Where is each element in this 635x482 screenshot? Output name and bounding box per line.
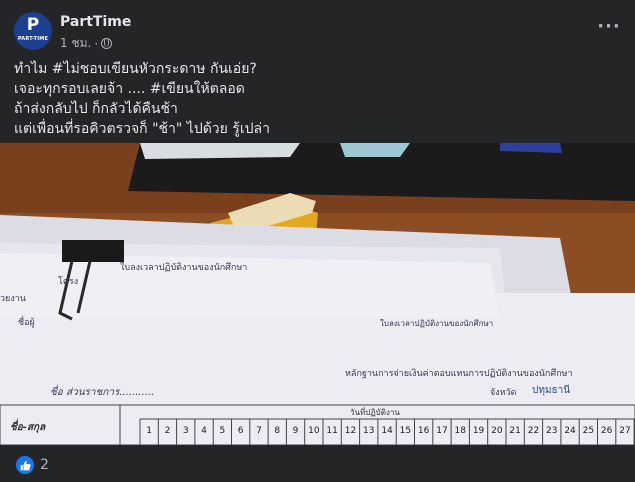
table-day-number: 9 bbox=[293, 426, 299, 436]
page-avatar[interactable]: P PART-TIME bbox=[14, 12, 52, 50]
table-day-number: 20 bbox=[491, 426, 503, 436]
table-day-number: 22 bbox=[528, 426, 539, 436]
avatar-logo-letter: P bbox=[26, 15, 40, 35]
table-day-number: 4 bbox=[201, 426, 207, 436]
table-day-number: 3 bbox=[183, 426, 189, 436]
post-timestamp[interactable]: 1 ชม. bbox=[60, 34, 91, 53]
table-day-number: 15 bbox=[400, 426, 411, 436]
thumbs-up-glyph bbox=[20, 460, 31, 470]
doc-line-project: โครง bbox=[58, 276, 78, 287]
table-day-number: 1 bbox=[146, 426, 152, 436]
doc-title-2: ใบลงเวลาปฏิบัติงานของนักศึกษา bbox=[380, 319, 493, 328]
table-day-number: 2 bbox=[165, 426, 171, 436]
reaction-count[interactable]: 2 bbox=[40, 457, 49, 473]
avatar-logo-text: PART-TIME bbox=[17, 36, 49, 42]
table-day-number: 6 bbox=[238, 426, 244, 436]
doc-title-3: หลักฐานการจ่ายเงินค่าตอบแทนการปฏิบัติงาน… bbox=[345, 368, 573, 379]
doc-title-1: ใบลงเวลาปฏิบัติงานของนักศึกษา bbox=[120, 262, 247, 273]
doc-handwriting-province: ปทุมธานี bbox=[532, 384, 570, 396]
table-day-number: 21 bbox=[509, 426, 520, 436]
globe-icon bbox=[101, 38, 113, 49]
table-day-number: 11 bbox=[326, 426, 337, 436]
meta-separator: · bbox=[94, 36, 99, 51]
doc-field-province: จังหวัด bbox=[490, 388, 517, 398]
caption-line: ทำไม #ไม่ชอบเขียนหัวกระดาษ กันเอ่ย? bbox=[14, 61, 257, 77]
table-day-number: 27 bbox=[619, 426, 630, 436]
table-day-number: 23 bbox=[546, 426, 557, 436]
reactions-bar[interactable]: 2 bbox=[16, 456, 49, 474]
desk-photo-illustration: ใบลงเวลาปฏิบัติงานของนักศึกษา โครง วยงาน… bbox=[0, 143, 635, 445]
more-options-icon[interactable]: ··· bbox=[594, 18, 624, 42]
caption-line: ถ้าส่งกลับไป ก็กลัวได้คืนช้า bbox=[14, 101, 178, 117]
post-meta: 1 ชม. · bbox=[60, 34, 113, 53]
post-photo[interactable]: ใบลงเวลาปฏิบัติงานของนักศึกษา โครง วยงาน… bbox=[0, 143, 635, 445]
table-day-number: 12 bbox=[345, 426, 356, 436]
doc-field-unit: ชื่อ ส่วนราชการ........... bbox=[50, 384, 154, 398]
table-day-number: 7 bbox=[256, 426, 262, 436]
caption-line: เจอะทุกรอบเลยจ้า .... #เขียนให้ตลอด bbox=[14, 81, 245, 97]
table-day-number: 8 bbox=[274, 426, 280, 436]
caption-line: แต่เพื่อนที่รอคิวตรวจก็ "ช้า" ไปด้วย รู้… bbox=[14, 121, 270, 137]
like-icon[interactable] bbox=[16, 456, 34, 474]
table-day-number: 17 bbox=[436, 426, 447, 436]
table-day-number: 10 bbox=[308, 426, 320, 436]
table-header-days: วันที่ปฏิบัติงาน bbox=[350, 406, 400, 417]
doc-line-unit: วยงาน bbox=[0, 294, 26, 304]
table-day-number: 19 bbox=[473, 426, 485, 436]
post-header: P PART-TIME PartTime 1 ชม. · ··· bbox=[14, 12, 624, 52]
facebook-post: P PART-TIME PartTime 1 ชม. · ··· ทำไม #ไ… bbox=[0, 0, 635, 482]
table-day-number: 18 bbox=[455, 426, 467, 436]
table-day-number: 26 bbox=[601, 426, 613, 436]
table-day-number: 24 bbox=[564, 426, 576, 436]
page-name-link[interactable]: PartTime bbox=[60, 14, 131, 30]
table-day-number: 16 bbox=[418, 426, 430, 436]
table-day-number: 14 bbox=[381, 426, 393, 436]
table-day-number: 5 bbox=[219, 426, 225, 436]
table-day-number: 25 bbox=[583, 426, 594, 436]
table-day-number: 13 bbox=[363, 426, 374, 436]
post-caption: ทำไม #ไม่ชอบเขียนหัวกระดาษ กันเอ่ย? เจอะ… bbox=[14, 59, 614, 139]
table-header-name: ชื่อ-สกุล bbox=[10, 419, 46, 433]
